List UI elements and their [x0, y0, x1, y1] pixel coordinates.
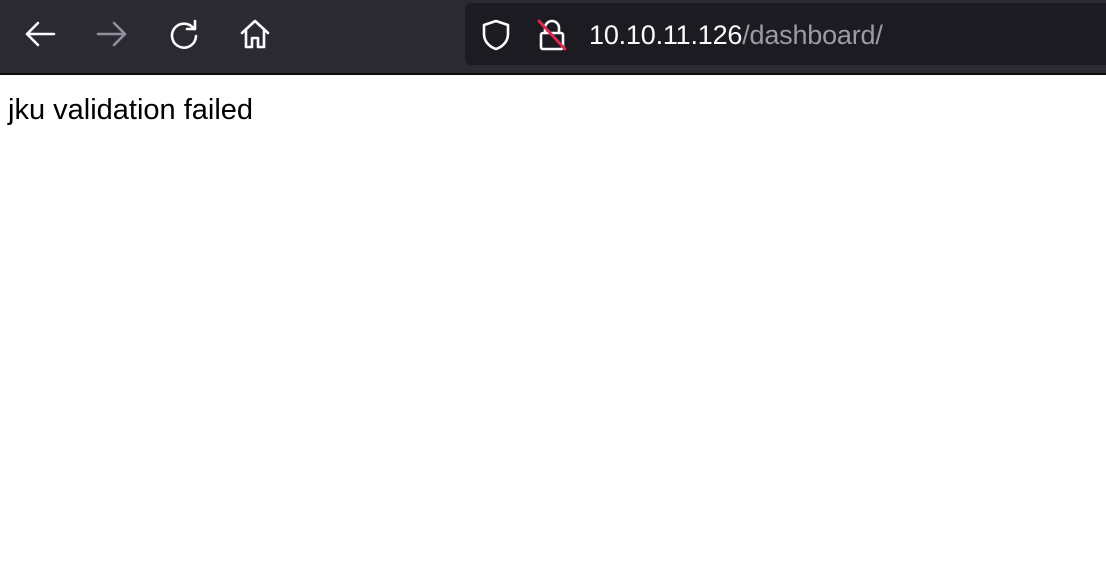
home-button[interactable]: [235, 14, 275, 54]
site-security-button[interactable]: [535, 18, 569, 52]
url-path: /dashboard/: [742, 20, 883, 50]
forward-button[interactable]: [92, 14, 132, 54]
reload-button[interactable]: [164, 14, 204, 54]
url-host: 10.10.11.126: [589, 20, 743, 50]
home-icon: [240, 19, 270, 49]
shield-icon: [482, 19, 510, 51]
page-message: jku validation failed: [8, 94, 254, 126]
address-bar[interactable]: 10.10.11.126/dashboard/: [465, 3, 1106, 65]
arrow-right-icon: [96, 21, 127, 47]
back-button[interactable]: [20, 14, 60, 54]
browser-toolbar: 10.10.11.126/dashboard/: [0, 0, 1106, 75]
url-text[interactable]: 10.10.11.126/dashboard/: [589, 17, 883, 53]
arrow-left-icon: [25, 21, 56, 47]
reload-icon: [170, 19, 198, 49]
tracking-protection-button[interactable]: [479, 18, 513, 52]
insecure-lock-icon: [537, 19, 567, 51]
